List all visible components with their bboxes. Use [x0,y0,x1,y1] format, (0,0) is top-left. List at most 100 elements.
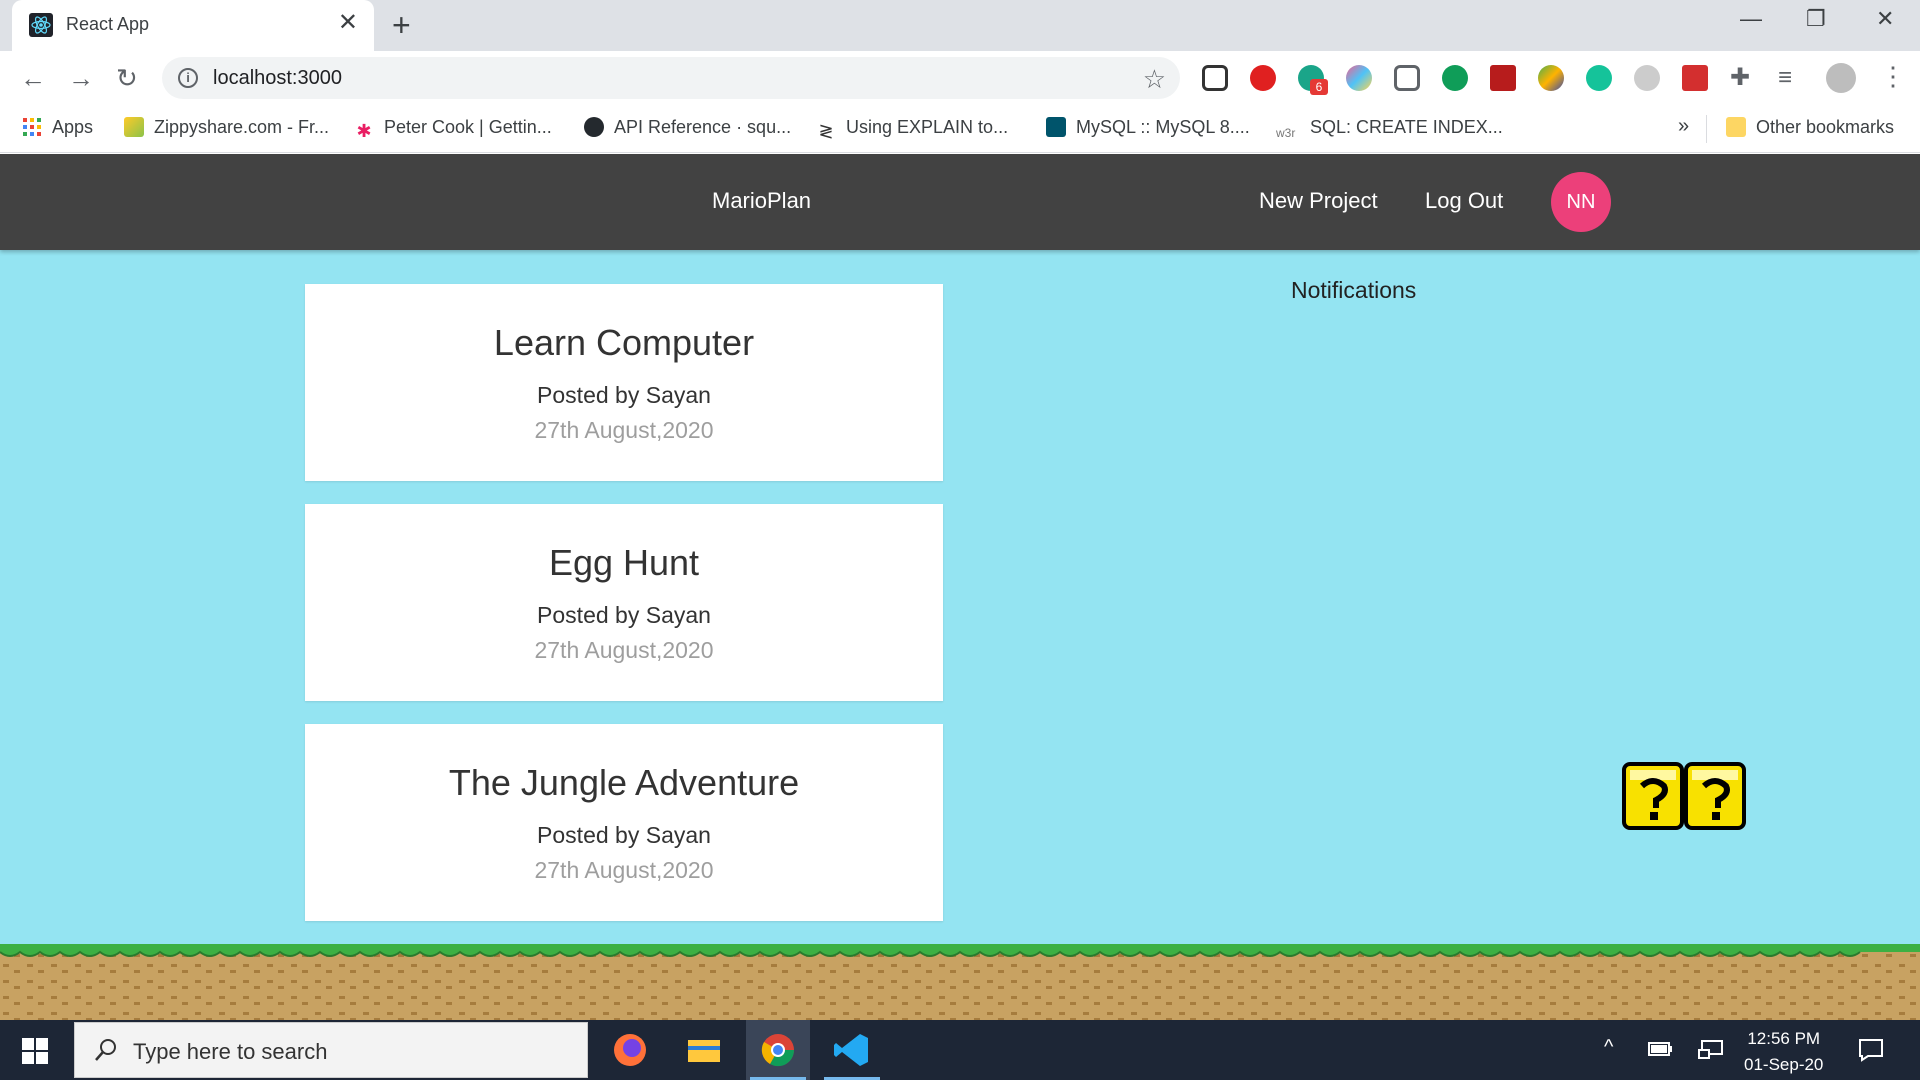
bookmark-label: Using EXPLAIN to... [846,117,1009,137]
bookmark-divider [1706,115,1707,143]
tab-close-icon[interactable]: ✕ [338,11,358,35]
site-info-icon[interactable]: i [178,68,198,88]
address-bar[interactable]: i localhost:3000 ☆ [162,57,1180,99]
taskbar-chrome[interactable] [746,1020,810,1080]
question-block-icon [1684,762,1746,830]
new-project-link[interactable]: New Project [1259,188,1378,214]
bookmark-label: Peter Cook | Gettin... [384,117,552,137]
firefox-icon [614,1034,646,1066]
ground-terrain [0,944,1920,1020]
taskbar-file-explorer[interactable] [672,1020,736,1080]
project-card[interactable]: The Jungle Adventure Posted by Sayan 27t… [305,724,943,921]
network-icon[interactable] [1698,1040,1724,1060]
menu-dots-icon[interactable]: ⋮ [1880,61,1906,91]
chrome-icon [761,1034,795,1067]
project-title: Egg Hunt [548,542,700,583]
new-tab-button[interactable]: + [392,8,411,42]
brand-logo[interactable]: MarioPlan [712,188,811,214]
vscode-icon [834,1034,868,1066]
windows-taskbar: Type here to search ^ 12:56 PM 01-Sep-20 [0,1020,1920,1080]
media-controls-icon[interactable]: ≡ [1778,63,1792,93]
puzzle-extensions-icon[interactable]: ✚ [1730,63,1750,93]
extension-globe-icon[interactable] [1538,65,1564,91]
question-blocks-icon [1622,762,1746,830]
clock-time: 12:56 PM [1747,1029,1821,1048]
taskbar-vscode[interactable] [820,1020,884,1080]
back-arrow-icon[interactable]: ← [20,63,46,93]
url-text[interactable]: localhost:3000 [213,67,342,90]
acrobat-icon[interactable] [1490,65,1516,91]
grammarly-icon[interactable] [1586,65,1612,91]
tray-chevron-icon[interactable]: ^ [1604,1036,1613,1059]
bookmark-label: Apps [52,117,94,137]
project-author: Posted by Sayan [537,382,711,408]
search-placeholder: Type here to search [133,1039,328,1064]
extension-link-icon[interactable] [1202,65,1228,91]
taskbar-firefox[interactable] [598,1020,662,1080]
project-date: 27th August,2020 [534,637,714,663]
bookmark-sql-create-index[interactable]: w3r SQL: CREATE INDEX... [1276,117,1503,143]
bookmark-apps[interactable]: Apps [22,117,93,138]
bookmark-peter-cook[interactable]: ✱ Peter Cook | Gettin... [354,117,552,141]
extension-badge: 6 [1310,79,1328,95]
taskbar-search-box[interactable]: Type here to search [74,1022,588,1078]
extension-yab-icon[interactable] [1250,65,1276,91]
bookmark-zippyshare[interactable]: Zippyshare.com - Fr... [124,117,329,138]
extension-green-bubble-icon[interactable] [1442,65,1468,91]
taskbar-clock[interactable]: 12:56 PM 01-Sep-20 [1744,1026,1823,1078]
profile-avatar-icon[interactable] [1826,63,1856,93]
project-date: 27th August,2020 [534,417,714,443]
bookmark-label: Other bookmarks [1756,117,1895,137]
bookmarks-bar: Apps Zippyshare.com - Fr... ✱ Peter Cook … [0,105,1920,153]
minimize-button[interactable]: — [1740,6,1762,32]
search-icon [95,1039,116,1061]
notifications-title: Notifications [1291,277,1417,303]
user-avatar[interactable]: NN [1551,172,1611,232]
folder-icon [688,1040,720,1062]
peter-cook-icon: ✱ [354,121,374,141]
extension-heart-icon[interactable] [1346,65,1372,91]
project-card[interactable]: Learn Computer Posted by Sayan 27th Augu… [305,284,943,481]
extension-a-icon[interactable]: 6 [1298,65,1328,95]
project-title: The Jungle Adventure [448,762,800,803]
bookmark-other-bookmarks[interactable]: Other bookmarks [1726,117,1894,138]
app-navbar: MarioPlan New Project Log Out NN [0,154,1920,250]
battery-icon[interactable] [1648,1040,1674,1058]
github-icon [584,117,604,137]
log-out-link[interactable]: Log Out [1425,188,1503,214]
action-center-icon[interactable] [1858,1038,1884,1062]
project-author: Posted by Sayan [537,822,711,848]
browser-tab[interactable]: React App ✕ [12,0,374,51]
w3r-icon: w3r [1276,123,1300,143]
bookmark-label: Zippyshare.com - Fr... [154,117,330,137]
folder-icon [1726,117,1746,137]
bookmarks-overflow-button[interactable]: » [1678,115,1689,138]
bookmark-mysql[interactable]: MySQL :: MySQL 8.... [1046,117,1250,138]
bookmark-api-reference[interactable]: API Reference · squ... [584,117,791,138]
windows-start-icon[interactable] [22,1038,48,1064]
explain-icon: ≷ [816,121,836,141]
reload-icon[interactable]: ↻ [116,63,138,93]
apps-grid-icon [23,118,41,136]
project-author: Posted by Sayan [537,602,711,628]
restore-button[interactable]: ❐ [1806,6,1826,32]
clock-date: 01-Sep-20 [1744,1055,1824,1074]
bookmark-using-explain[interactable]: ≷ Using EXPLAIN to... [816,117,1008,141]
extension-grey-icon[interactable] [1634,65,1660,91]
browser-toolbar: ← → ↻ i localhost:3000 ☆ 6 ✚ ≡ ⋮ [0,51,1920,105]
bookmark-label: MySQL :: MySQL 8.... [1076,117,1250,137]
forward-arrow-icon[interactable]: → [68,63,94,93]
bookmark-star-icon[interactable]: ☆ [1143,64,1166,95]
mysql-icon [1046,117,1066,137]
bookmark-label: API Reference · squ... [614,117,792,137]
browser-tabstrip: React App ✕ + — ❐ ✕ [0,0,1920,51]
tab-title: React App [66,14,150,34]
question-block-icon [1622,762,1684,830]
close-window-button[interactable]: ✕ [1876,6,1894,32]
pocket-icon[interactable] [1394,65,1420,91]
project-date: 27th August,2020 [534,857,714,883]
bookmark-label: SQL: CREATE INDEX... [1310,117,1503,137]
extension-red-pattern-icon[interactable] [1682,65,1708,91]
marioplan-app: MarioPlan New Project Log Out NN Learn C… [0,154,1920,1020]
project-card[interactable]: Egg Hunt Posted by Sayan 27th August,202… [305,504,943,701]
